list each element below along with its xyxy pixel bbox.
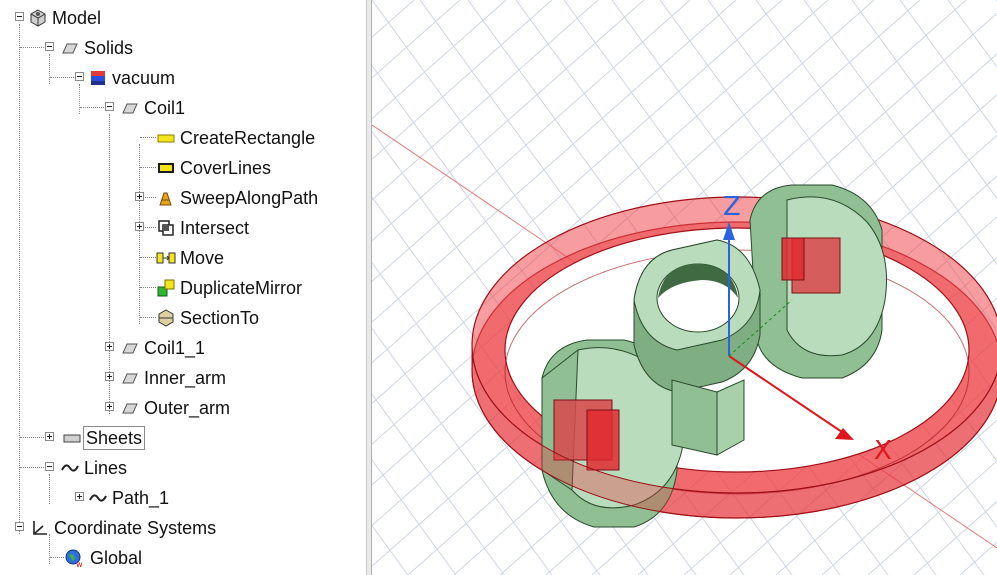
tree-connector <box>20 437 44 438</box>
expand-toggle[interactable] <box>105 402 114 411</box>
expand-toggle[interactable] <box>135 222 144 231</box>
tree-item-label: Global <box>90 548 143 568</box>
tree-item-solids[interactable]: Solids <box>0 33 366 63</box>
tree-item-label: Inner_arm <box>144 368 227 388</box>
material-icon <box>91 71 105 85</box>
tree-item-label: SweepAlongPath <box>180 188 319 208</box>
tree-item-outer-arm[interactable]: Outer_arm <box>0 393 366 423</box>
tree-connector <box>145 197 156 198</box>
tree-item-inner-arm[interactable]: Inner_arm <box>0 363 366 393</box>
collapse-toggle[interactable] <box>45 462 54 471</box>
tree-item-coordinate-systems[interactable]: Coordinate Systems <box>0 513 366 543</box>
expand-toggle[interactable] <box>45 432 54 441</box>
tree-item-label: DuplicateMirror <box>180 278 303 298</box>
tree-connector <box>50 557 64 558</box>
collapse-toggle[interactable] <box>15 12 24 21</box>
tree-item-intersect[interactable]: Intersect <box>0 213 366 243</box>
tree-item-coil1[interactable]: Coil1 <box>0 93 366 123</box>
tree-item-label: Solids <box>84 38 134 58</box>
tree-item-label: CoverLines <box>180 158 272 178</box>
collapse-toggle[interactable] <box>45 42 54 51</box>
z-axis-label: Z <box>723 192 741 222</box>
tree-item-label: Lines <box>84 458 128 478</box>
tree-connector <box>140 137 156 138</box>
3d-viewport[interactable]: Z X <box>372 0 997 575</box>
line-icon <box>89 494 107 502</box>
tree-item-move[interactable]: Move <box>0 243 366 273</box>
tree-connector <box>80 107 104 108</box>
tree-item-label: SectionTo <box>180 308 260 328</box>
model-view <box>471 184 997 528</box>
tree-item-label: Model <box>52 8 102 28</box>
tree-item-coil1-1[interactable]: Coil1_1 <box>0 333 366 363</box>
tree-item-vacuum[interactable]: vacuum <box>0 63 366 93</box>
tree-connector <box>140 257 156 258</box>
solid-icon <box>122 343 138 354</box>
solid-icon <box>122 373 138 384</box>
solid-folder-icon <box>62 43 78 54</box>
tree-item-label: vacuum <box>112 68 176 88</box>
intersect-icon <box>158 220 174 236</box>
solid-icon <box>122 103 138 114</box>
coordinate-systems-icon <box>33 521 47 535</box>
x-axis-label: X <box>874 436 892 466</box>
tree-item-duplicatemirror[interactable]: DuplicateMirror <box>0 273 366 303</box>
tree-item-label: Sheets <box>83 426 146 450</box>
solid-icon <box>122 403 138 414</box>
collapse-toggle[interactable] <box>105 102 114 111</box>
tree-item-label: Coil1 <box>144 98 186 118</box>
collapse-toggle[interactable] <box>75 72 84 81</box>
tree-item-label: Move <box>180 248 225 268</box>
svg-text:w: w <box>76 560 83 568</box>
tree-connector <box>140 167 156 168</box>
outer-arm-right <box>749 184 888 379</box>
tree-item-sheets[interactable]: Sheets <box>0 423 366 453</box>
tree-item-sweepalongpath[interactable]: SweepAlongPath <box>0 183 366 213</box>
project-tree: Model Solids vacuum Coil1 CreateRectangl… <box>0 0 366 575</box>
collapse-toggle[interactable] <box>15 522 24 531</box>
tree-item-label: Coil1_1 <box>144 338 206 358</box>
tree-item-coverlines[interactable]: CoverLines <box>0 153 366 183</box>
tree-item-global[interactable]: w Global <box>0 543 366 573</box>
tree-item-lines[interactable]: Lines <box>0 453 366 483</box>
expand-toggle[interactable] <box>135 192 144 201</box>
tree-connector <box>140 287 156 288</box>
tree-connector <box>20 47 44 48</box>
sweep-icon <box>159 192 172 206</box>
tree-item-model[interactable]: Model <box>0 3 366 33</box>
tree-connector <box>20 467 44 468</box>
tree-item-label: Path_1 <box>112 488 170 508</box>
expand-toggle[interactable] <box>75 492 84 501</box>
tree-item-createrectangle[interactable]: CreateRectangle <box>0 123 366 153</box>
tree-connector <box>140 317 156 318</box>
tree-item-label: Coordinate Systems <box>54 518 217 538</box>
tree-item-label: Intersect <box>180 218 250 238</box>
duplicate-mirror-icon <box>157 279 175 297</box>
section-icon <box>158 309 174 327</box>
tree-item-label: Outer_arm <box>144 398 231 418</box>
expand-toggle[interactable] <box>105 342 114 351</box>
sheet-icon <box>63 434 81 443</box>
move-icon <box>156 252 176 264</box>
tree-item-label: CreateRectangle <box>180 128 316 148</box>
rectangle-icon <box>157 134 175 143</box>
tree-item-sectionto[interactable]: SectionTo <box>0 303 366 333</box>
model-icon <box>30 9 46 27</box>
tree-item-path-1[interactable]: Path_1 <box>0 483 366 513</box>
expand-toggle[interactable] <box>105 372 114 381</box>
tree-connector <box>145 227 156 228</box>
cover-lines-icon <box>158 163 174 173</box>
global-cs-icon: w <box>65 549 83 568</box>
line-icon <box>61 464 79 472</box>
tree-connector <box>50 77 74 78</box>
